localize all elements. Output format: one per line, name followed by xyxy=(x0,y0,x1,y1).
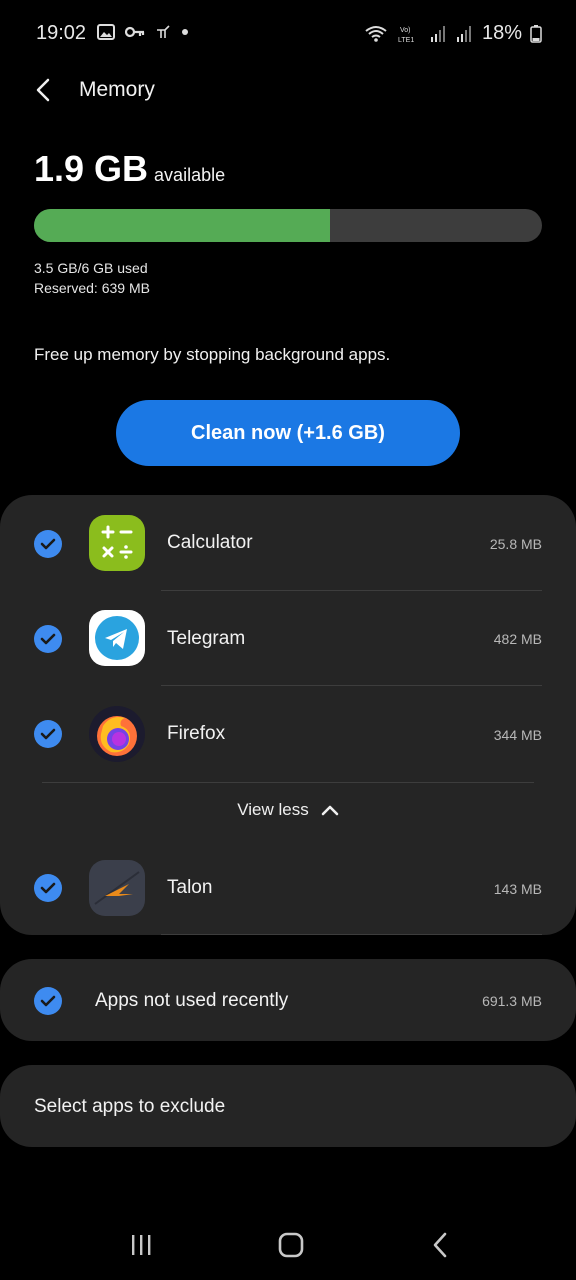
status-left-icons xyxy=(97,24,189,40)
calculator-icon xyxy=(89,515,145,571)
recents-button[interactable] xyxy=(124,1228,158,1267)
app-name-firefox: Firefox xyxy=(167,723,226,744)
check-icon xyxy=(40,995,56,1007)
reserved-text: Reserved: 639 MB xyxy=(34,280,150,296)
signal-icon xyxy=(430,25,445,42)
signal-icon xyxy=(456,25,471,42)
check-icon xyxy=(40,633,56,645)
view-less-toggle[interactable]: View less xyxy=(0,800,576,820)
status-time: 19:02 xyxy=(36,22,87,44)
chevron-left-icon xyxy=(36,78,50,102)
checkbox-calculator[interactable] xyxy=(34,530,62,558)
check-icon xyxy=(40,538,56,550)
checkbox-firefox[interactable] xyxy=(34,720,62,748)
home-icon xyxy=(278,1232,304,1258)
used-text: 3.5 GB/6 GB used xyxy=(34,260,148,276)
app-size-talon: 143 MB xyxy=(493,881,542,897)
divider xyxy=(42,782,534,783)
talon-icon xyxy=(89,860,145,916)
view-less-label: View less xyxy=(237,800,309,819)
app-row-talon[interactable] xyxy=(0,840,576,934)
back-button[interactable] xyxy=(28,74,62,108)
svg-text:LTE1: LTE1 xyxy=(398,37,414,44)
app-size-telegram: 482 MB xyxy=(493,631,542,647)
hint-text: Free up memory by stopping background ap… xyxy=(34,345,391,364)
chevron-up-icon xyxy=(321,805,339,816)
status-right: Vo) LTE1 18% xyxy=(364,22,542,45)
app-row-telegram[interactable] xyxy=(0,591,576,685)
battery-percent: 18% xyxy=(481,22,522,44)
not-used-label: Apps not used recently xyxy=(95,990,289,1011)
volte-lte-icon: Vo) LTE1 xyxy=(398,27,414,44)
exclude-label: Select apps to exclude xyxy=(34,1096,226,1117)
svg-text:Vo): Vo) xyxy=(400,27,411,34)
telegram-icon xyxy=(89,610,145,666)
check-icon xyxy=(40,882,56,894)
available-value: 1.9 GB xyxy=(34,148,149,189)
divider xyxy=(161,934,542,935)
app-size-firefox: 344 MB xyxy=(493,727,542,743)
clean-now-button[interactable]: Clean now (+1.6 GB) xyxy=(116,400,460,466)
checkbox-not-used[interactable] xyxy=(34,987,62,1015)
page-title: Memory xyxy=(79,78,155,101)
check-icon xyxy=(40,728,56,740)
app-name-calculator: Calculator xyxy=(167,532,253,553)
key-icon xyxy=(125,26,145,38)
nav-back-button[interactable] xyxy=(424,1228,458,1267)
back-icon xyxy=(433,1232,447,1258)
app-name-telegram: Telegram xyxy=(167,628,246,649)
memory-available: 1.9 GB available xyxy=(34,148,225,190)
app-name-talon: Talon xyxy=(167,877,213,898)
home-button[interactable] xyxy=(274,1228,308,1267)
memory-usage-fill xyxy=(34,209,331,242)
dot-icon xyxy=(182,29,188,35)
wifi-call-icon xyxy=(365,25,387,42)
checkbox-telegram[interactable] xyxy=(34,625,62,653)
available-label: available xyxy=(154,165,226,185)
memory-usage-bar xyxy=(34,209,542,242)
not-used-size: 691.3 MB xyxy=(482,993,542,1009)
battery-icon xyxy=(530,24,542,43)
app-row-firefox[interactable] xyxy=(0,686,576,780)
firefox-icon xyxy=(89,706,145,762)
gallery-icon xyxy=(97,24,115,40)
bird-icon xyxy=(157,25,170,38)
checkbox-talon[interactable] xyxy=(34,874,62,902)
recents-icon xyxy=(132,1235,151,1255)
app-size-calculator: 25.8 MB xyxy=(489,536,542,552)
